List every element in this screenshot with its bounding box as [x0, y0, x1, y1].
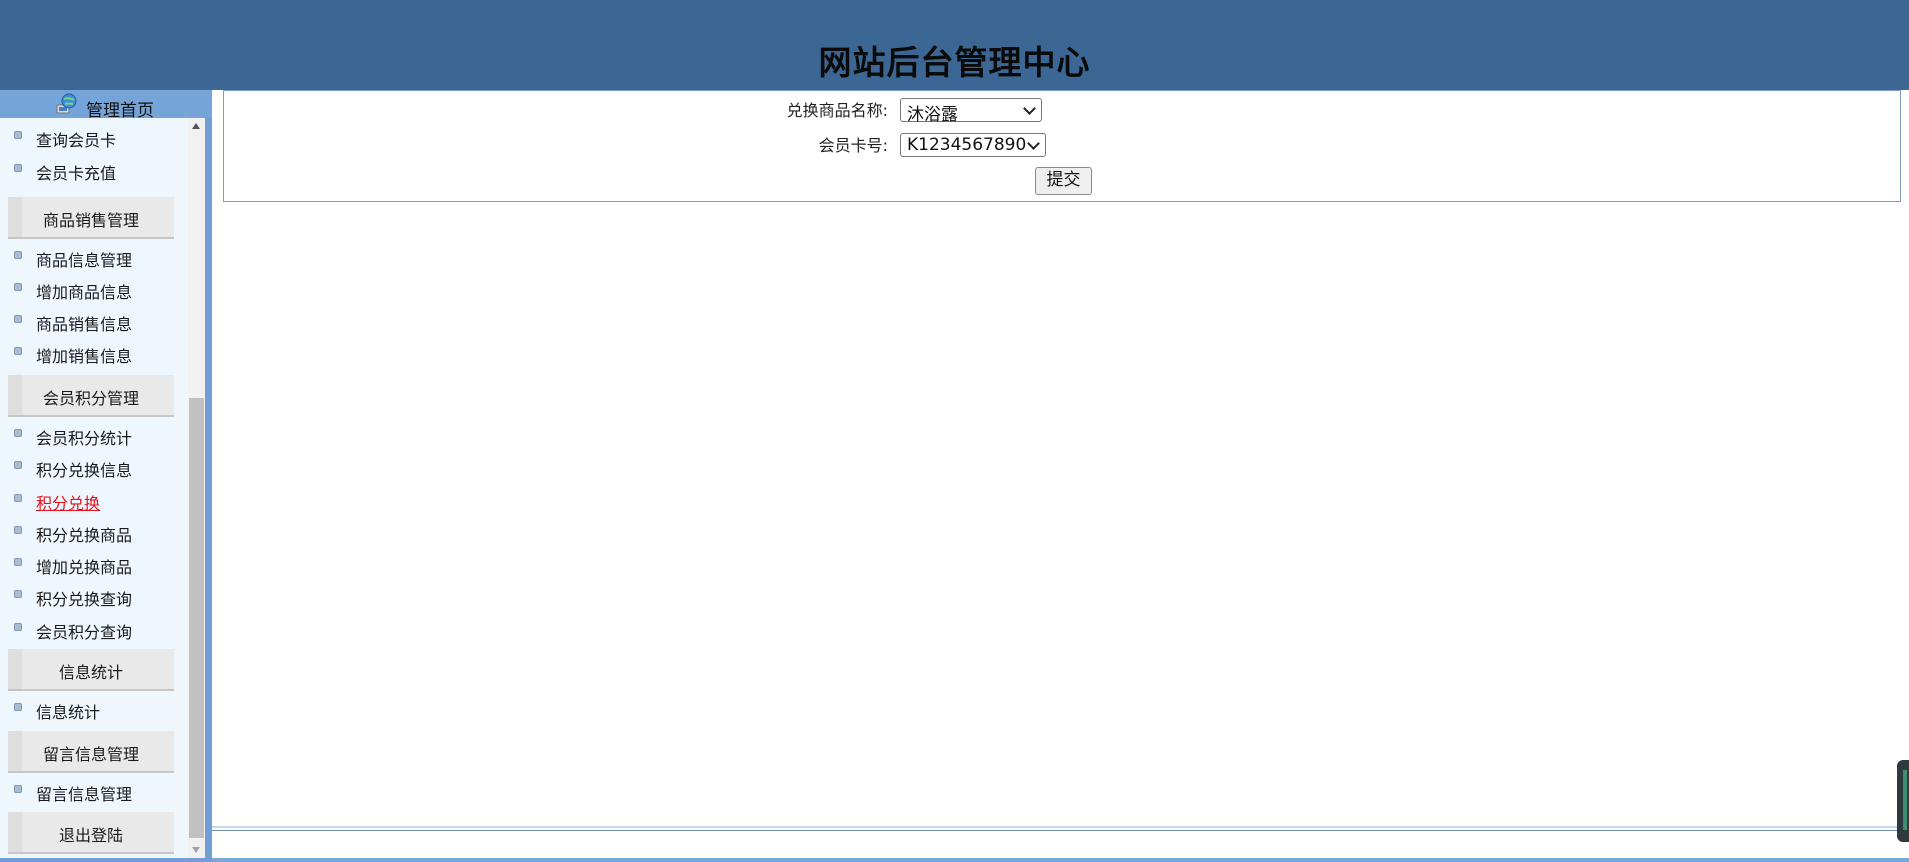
product-name-select[interactable]: 沐浴露 [900, 98, 1042, 125]
globe-computer-icon [56, 93, 77, 114]
bullet-icon [14, 461, 22, 469]
sidebar-item-exchange-info[interactable]: 积分兑换信息 [0, 452, 188, 482]
sidebar-item-sales-info[interactable]: 商品销售信息 [0, 306, 188, 336]
scroll-thumb[interactable] [189, 398, 204, 838]
bottom-divider-line [212, 830, 1909, 831]
sidebar-item-label: 留言信息管理 [36, 785, 133, 804]
scroll-up-arrow-icon[interactable] [188, 118, 205, 135]
sidebar-item-add-exchange-product[interactable]: 增加兑换商品 [0, 549, 188, 579]
card-number-value: K1234567890 [907, 135, 1027, 155]
sidebar-section-label: 商品销售管理 [42, 211, 139, 230]
bullet-icon [14, 703, 22, 711]
floating-side-widget[interactable] [1897, 760, 1909, 842]
sidebar-section-label: 退出登陆 [58, 826, 123, 845]
sidebar-bottom-border [0, 858, 212, 862]
sidebar-item-label: 增加兑换商品 [36, 558, 133, 577]
sidebar-item-query-card[interactable]: 查询会员卡 [0, 122, 188, 152]
sidebar-menu: 查询会员卡 会员卡充值 商品销售管理 商品信息管理 增加商品信息 商品销售信息 … [0, 118, 188, 858]
sidebar-section-label: 留言信息管理 [42, 745, 139, 764]
chevron-down-icon [1027, 137, 1040, 150]
sidebar-item-label: 信息统计 [36, 703, 101, 722]
sidebar-item-label: 会员卡充值 [36, 164, 117, 183]
exchange-form: 兑换商品名称: 沐浴露 会员卡号: K1234567890 提交 [223, 90, 1901, 202]
page-title: 网站后台管理中心 [818, 43, 1091, 82]
sidebar-item-card-recharge[interactable]: 会员卡充值 [0, 155, 188, 185]
sidebar-item-points-stats[interactable]: 会员积分统计 [0, 420, 188, 450]
sidebar-item-label: 会员积分统计 [36, 429, 133, 448]
bullet-icon [14, 131, 22, 139]
bullet-icon [14, 526, 22, 534]
sidebar-section-messages[interactable]: 留言信息管理 [8, 731, 174, 773]
bullet-icon [14, 590, 22, 598]
sidebar-item-exchange-query[interactable]: 积分兑换查询 [0, 581, 188, 611]
sidebar-scrollbar[interactable] [188, 118, 205, 858]
product-name-label: 兑换商品名称: [786, 101, 888, 120]
bullet-icon [14, 347, 22, 355]
bullet-icon [14, 164, 22, 172]
sidebar-home[interactable]: 管理首页 [0, 90, 212, 121]
sidebar-item-label: 查询会员卡 [36, 131, 117, 150]
bullet-icon [14, 558, 22, 566]
sidebar-item-label: 会员积分查询 [36, 623, 133, 642]
sidebar-section-label: 信息统计 [58, 663, 123, 682]
bullet-icon [14, 494, 22, 502]
main-content: 兑换商品名称: 沐浴露 会员卡号: K1234567890 提交 [212, 90, 1909, 862]
sidebar-item-label: 商品销售信息 [36, 315, 133, 334]
sidebar-item-points-exchange[interactable]: 积分兑换 [0, 485, 188, 515]
submit-button[interactable]: 提交 [1035, 167, 1092, 195]
bullet-icon [14, 785, 22, 793]
sidebar-section-logout[interactable]: 退出登陆 [8, 812, 174, 854]
sidebar-section-sales[interactable]: 商品销售管理 [8, 197, 174, 239]
bullet-icon [14, 315, 22, 323]
sidebar-item-label: 增加商品信息 [36, 283, 133, 302]
sidebar-item-points-query[interactable]: 会员积分查询 [0, 614, 188, 644]
sidebar-item-label: 积分兑换商品 [36, 526, 133, 545]
sidebar-section-points[interactable]: 会员积分管理 [8, 375, 174, 417]
sidebar-item-product-info[interactable]: 商品信息管理 [0, 242, 188, 272]
sidebar-item-exchange-products[interactable]: 积分兑换商品 [0, 517, 188, 547]
bottom-divider [212, 826, 1909, 828]
bottom-border [212, 858, 1909, 862]
header-bar: 网站后台管理中心 [0, 0, 1909, 91]
sidebar: 管理首页 查询会员卡 会员卡充值 商品销售管理 商品信息管理 增加商品信息 商品… [0, 90, 212, 862]
sidebar-item-label: 积分兑换查询 [36, 590, 133, 609]
sidebar-item-add-product[interactable]: 增加商品信息 [0, 274, 188, 304]
sidebar-item-label: 积分兑换信息 [36, 461, 133, 480]
product-name-value: 沐浴露 [907, 105, 958, 125]
sidebar-section-label: 会员积分管理 [42, 389, 139, 408]
bullet-icon [14, 429, 22, 437]
sidebar-item-add-sales[interactable]: 增加销售信息 [0, 338, 188, 368]
bullet-icon [14, 623, 22, 631]
scroll-down-arrow-icon[interactable] [188, 841, 205, 858]
bullet-icon [14, 283, 22, 291]
sidebar-item-stats[interactable]: 信息统计 [0, 694, 188, 724]
card-number-label: 会员卡号: [818, 136, 888, 155]
sidebar-section-stats[interactable]: 信息统计 [8, 649, 174, 691]
sidebar-item-label: 增加销售信息 [36, 347, 133, 366]
chevron-down-icon [1023, 102, 1036, 115]
bullet-icon [14, 251, 22, 259]
sidebar-item-label[interactable]: 积分兑换 [36, 490, 100, 514]
card-number-select[interactable]: K1234567890 [900, 133, 1046, 157]
sidebar-item-label: 商品信息管理 [36, 251, 133, 270]
sidebar-item-messages[interactable]: 留言信息管理 [0, 776, 188, 806]
